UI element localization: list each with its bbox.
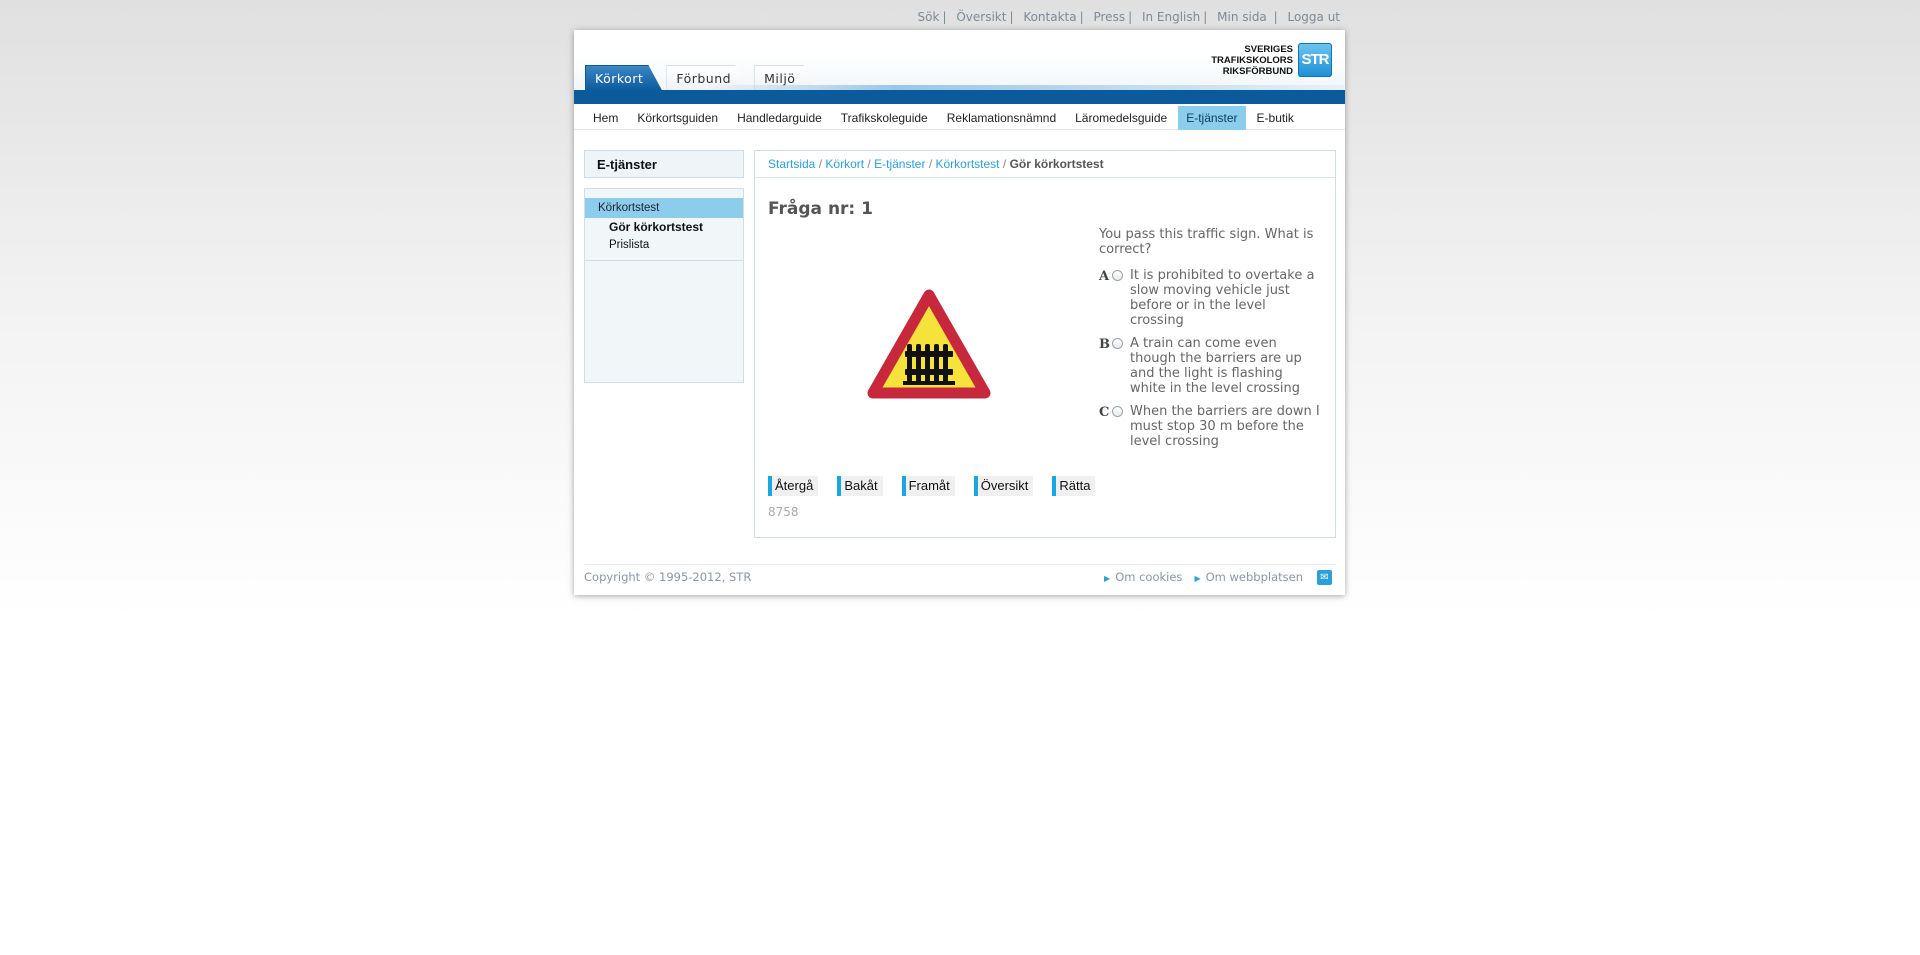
sidebar-item-gor-korkortstest[interactable]: Gör körkortstest <box>585 218 743 236</box>
breadcrumb: Startsida / Körkort / E-tjänster / Körko… <box>755 151 1335 178</box>
breadcrumb-separator: / <box>867 157 871 171</box>
logo-mark: STR <box>1298 43 1332 77</box>
sidebar-item-korkortstest[interactable]: Körkortstest <box>585 198 743 218</box>
overview-button[interactable]: Översikt <box>973 476 1034 496</box>
share-icon[interactable]: ✉ <box>1317 569 1332 585</box>
nav-reklamationsnamnd[interactable]: Reklamationsnämnd <box>939 106 1064 130</box>
breadcrumb-current: Gör körkortstest <box>1009 157 1104 171</box>
nav-laromedelsguide[interactable]: Läromedelsguide <box>1067 106 1175 130</box>
breadcrumb-separator: / <box>928 157 933 171</box>
nav-trafikskoleguide[interactable]: Trafikskoleguide <box>833 106 936 130</box>
grade-button[interactable]: Rätta <box>1052 476 1096 496</box>
top-link-kontakta[interactable]: Kontakta <box>1023 10 1076 24</box>
tab-korkort[interactable]: Körkort <box>585 65 663 91</box>
footer-link-label: Om webbplatsen <box>1205 570 1303 584</box>
top-link-in-english[interactable]: In English <box>1142 10 1200 24</box>
top-link-press[interactable]: Press <box>1093 10 1125 24</box>
answer-option-c: C When the barriers are down I must stop… <box>1099 404 1327 449</box>
nav-hem[interactable]: Hem <box>585 106 626 130</box>
option-text: It is prohibited to overtake a slow movi… <box>1130 268 1315 328</box>
logo-line-1: SVERIGES <box>1244 43 1293 55</box>
question-buttons: Återgå Bakåt Framåt Översikt Rätta <box>768 476 1114 496</box>
top-links: Sök | Översikt | Kontakta | Press | In Engli… <box>917 10 1340 24</box>
nav-korkortsguiden[interactable]: Körkortsguiden <box>629 106 726 130</box>
nav-e-butik[interactable]: E-butik <box>1249 106 1302 130</box>
top-link-sok[interactable]: Sök <box>918 10 940 24</box>
footer-link-label: Om cookies <box>1115 570 1183 584</box>
level-crossing-sign-icon <box>867 289 991 399</box>
question-id: 8758 <box>768 505 799 519</box>
radio-option-c[interactable] <box>1112 406 1123 417</box>
answer-option-a: A It is prohibited to overtake a slow mo… <box>1099 268 1327 328</box>
question-title: Fråga nr: 1 <box>768 199 873 219</box>
main-nav: Hem Körkortsguiden Handledarguide Trafik… <box>574 104 1345 130</box>
sidebar-menu: Körkortstest Gör körkortstest Prislista <box>584 188 744 383</box>
str-logo[interactable]: SVERIGES TRAFIKSKOLORS RIKSFÖRBUND STR <box>1211 42 1332 78</box>
option-text: When the barriers are down I must stop 3… <box>1130 404 1320 449</box>
return-button[interactable]: Återgå <box>768 476 819 496</box>
answer-option-b: B A train can come even though the barri… <box>1099 336 1327 396</box>
copyright: Copyright © 1995-2012, STR <box>584 570 752 584</box>
top-link-oversikt[interactable]: Översikt <box>956 10 1006 24</box>
nav-e-tjanster[interactable]: E-tjänster <box>1178 106 1246 130</box>
option-letter: A <box>1099 269 1110 284</box>
page-frame: Körkort Förbund Miljö SVERIGES TRAFIKSKO… <box>574 30 1345 595</box>
main-content: Startsida / Körkort / E-tjänster / Körko… <box>754 150 1336 538</box>
breadcrumb-link-korkortstest[interactable]: Körkortstest <box>936 157 1000 171</box>
sidebar-item-prislista[interactable]: Prislista <box>585 236 743 254</box>
forward-button[interactable]: Framåt <box>901 476 955 496</box>
top-link-min-sida[interactable]: Min sida <box>1217 10 1267 24</box>
breadcrumb-link-startsida[interactable]: Startsida <box>768 157 815 171</box>
arrow-right-icon: ▶ <box>1194 574 1201 583</box>
radio-option-a[interactable] <box>1112 270 1123 281</box>
sidebar-title: E-tjänster <box>584 150 744 178</box>
option-letter: C <box>1099 405 1110 420</box>
breadcrumb-separator: / <box>818 157 823 171</box>
arrow-right-icon: ▶ <box>1104 574 1111 583</box>
logo-line-2: TRAFIKSKOLORS <box>1211 54 1293 66</box>
footer-link-cookies[interactable]: ▶ Om cookies <box>1104 570 1182 584</box>
site-header: Körkort Förbund Miljö SVERIGES TRAFIKSKO… <box>574 30 1345 91</box>
footer: Copyright © 1995-2012, STR ▶ Om cookies ▶… <box>584 564 1336 589</box>
breadcrumb-link-korkort[interactable]: Körkort <box>825 157 864 171</box>
top-link-logga-ut[interactable]: Logga ut <box>1287 10 1340 24</box>
option-letter: B <box>1099 337 1110 352</box>
option-text: A train can come even though the barrier… <box>1130 336 1302 396</box>
logo-text: SVERIGES TRAFIKSKOLORS RIKSFÖRBUND <box>1211 44 1293 77</box>
back-button[interactable]: Bakåt <box>837 476 883 496</box>
question-text: You pass this traffic sign. What is corr… <box>1099 227 1314 257</box>
nav-handledarguide[interactable]: Handledarguide <box>729 106 830 130</box>
breadcrumb-link-e-tjanster[interactable]: E-tjänster <box>874 157 925 171</box>
footer-link-about-site[interactable]: ▶ Om webbplatsen <box>1194 570 1303 584</box>
header-stripe <box>574 90 1345 104</box>
logo-line-3: RIKSFÖRBUND <box>1222 65 1293 77</box>
sidebar-divider <box>585 260 743 261</box>
radio-option-b[interactable] <box>1112 338 1123 349</box>
breadcrumb-separator: / <box>1002 157 1007 171</box>
